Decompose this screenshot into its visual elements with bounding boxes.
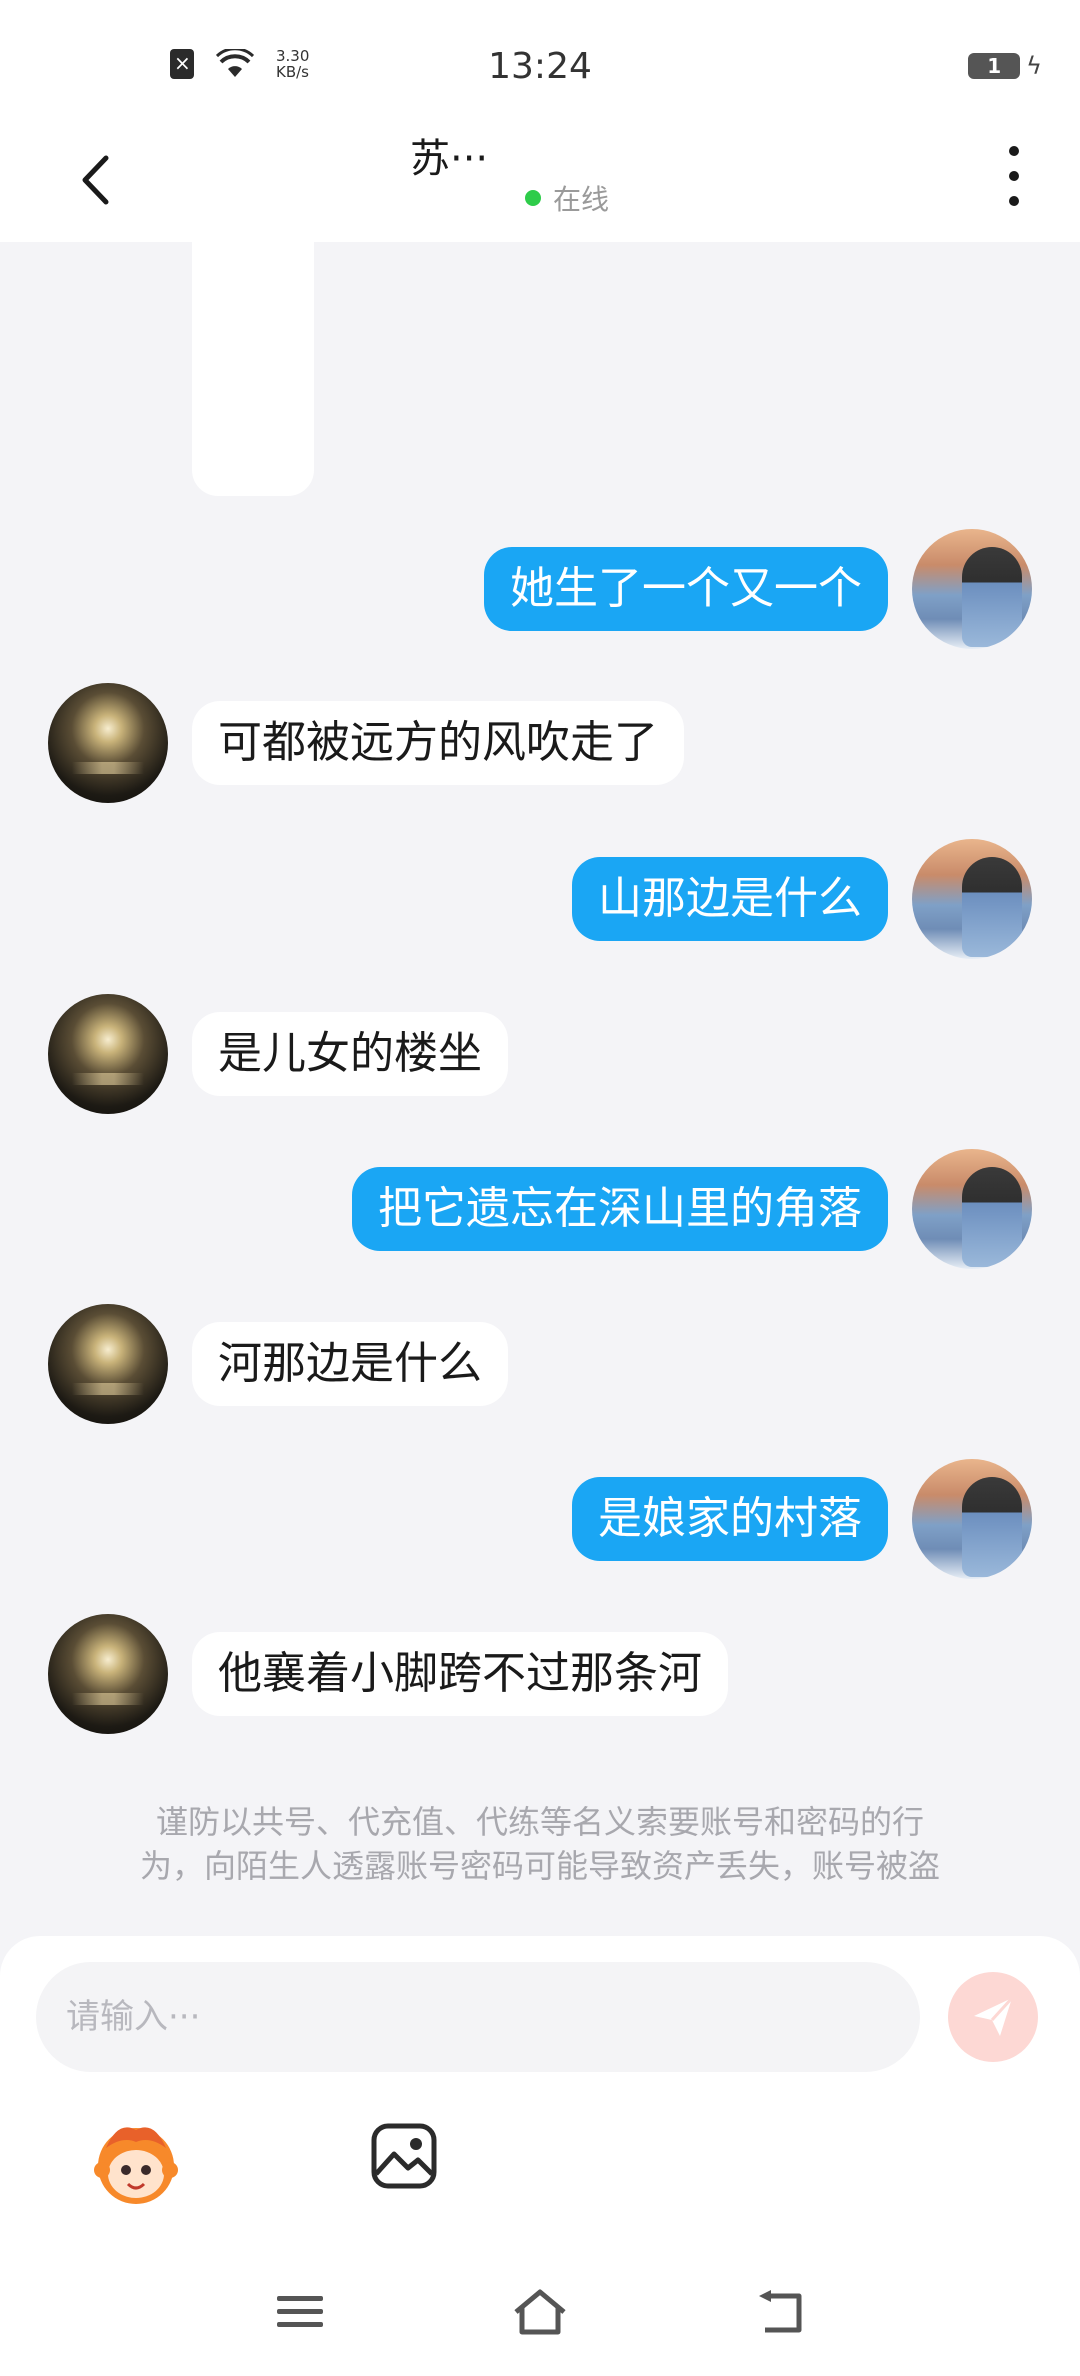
- message-bubble[interactable]: 她生了一个又一个: [484, 547, 888, 631]
- battery-icon: 1: [968, 53, 1021, 79]
- message-row-outgoing: 她生了一个又一个: [484, 529, 1032, 649]
- online-status: 在线: [525, 178, 609, 218]
- message-row-outgoing: 是娘家的村落: [572, 1459, 1032, 1579]
- self-avatar[interactable]: [912, 1459, 1032, 1579]
- message-bubble[interactable]: 河那边是什么: [192, 1322, 508, 1406]
- message-list[interactable]: 她生了一个又一个 可都被远方的风吹走了 山那边是什么 是儿女的楼坐 把它遗忘在深…: [0, 238, 1080, 1942]
- chat-title[interactable]: 苏···: [410, 126, 488, 184]
- message-row-incoming: 是儿女的楼坐: [48, 994, 508, 1114]
- self-avatar[interactable]: [912, 529, 1032, 649]
- message-row-outgoing: 山那边是什么: [572, 839, 1032, 959]
- message-bubble[interactable]: 把它遗忘在深山里的角落: [352, 1167, 888, 1251]
- security-notice: 谨防以共号、代充值、代练等名义索要账号和密码的行 为，向陌生人透露账号密码可能导…: [80, 1800, 1000, 1888]
- image-icon[interactable]: [368, 2120, 440, 2192]
- charging-icon: ϟ: [1026, 52, 1042, 80]
- contact-avatar[interactable]: [48, 1304, 168, 1424]
- send-icon: [974, 1996, 1014, 2036]
- message-bubble[interactable]: 可都被远方的风吹走了: [192, 701, 684, 785]
- send-button[interactable]: [948, 1972, 1038, 2062]
- system-nav-bar: [0, 2260, 1080, 2376]
- more-vertical-icon[interactable]: [1004, 146, 1024, 206]
- chat-header: 苏··· 在线: [0, 120, 1080, 242]
- menu-icon[interactable]: [270, 2282, 330, 2342]
- message-row-outgoing: 把它遗忘在深山里的角落: [352, 1149, 1032, 1269]
- self-avatar[interactable]: [912, 1149, 1032, 1269]
- security-notice-line: 谨防以共号、代充值、代练等名义索要账号和密码的行: [155, 1803, 924, 1841]
- message-bubble[interactable]: 是娘家的村落: [572, 1477, 888, 1561]
- status-bar: 3.30 KB/s 13:24 1 ϟ: [0, 0, 1080, 120]
- online-status-label: 在线: [553, 183, 610, 216]
- message-row-incoming: 他襄着小脚跨不过那条河: [48, 1614, 728, 1734]
- back-arrow-icon[interactable]: [70, 144, 120, 216]
- contact-avatar[interactable]: [48, 683, 168, 803]
- status-time: 13:24: [488, 46, 592, 87]
- security-notice-line: 为，向陌生人透露账号密码可能导致资产丢失，账号被盗: [139, 1847, 940, 1885]
- message-row-incoming: 河那边是什么: [48, 1304, 508, 1424]
- status-right: 1 ϟ: [968, 52, 1042, 80]
- message-row-incoming: 可都被远方的风吹走了: [48, 683, 684, 803]
- message-bubble[interactable]: 他襄着小脚跨不过那条河: [192, 1632, 728, 1716]
- self-avatar[interactable]: [912, 839, 1032, 959]
- back-icon[interactable]: [750, 2282, 810, 2342]
- sticker-icon[interactable]: [88, 2116, 184, 2212]
- home-icon[interactable]: [510, 2282, 570, 2342]
- contact-avatar[interactable]: [48, 1614, 168, 1734]
- message-input[interactable]: [36, 1962, 920, 2072]
- contact-avatar[interactable]: [48, 994, 168, 1114]
- partial-message-bubble[interactable]: [192, 238, 314, 496]
- message-bubble[interactable]: 山那边是什么: [572, 857, 888, 941]
- message-bubble[interactable]: 是儿女的楼坐: [192, 1012, 508, 1096]
- online-dot-icon: [525, 190, 541, 206]
